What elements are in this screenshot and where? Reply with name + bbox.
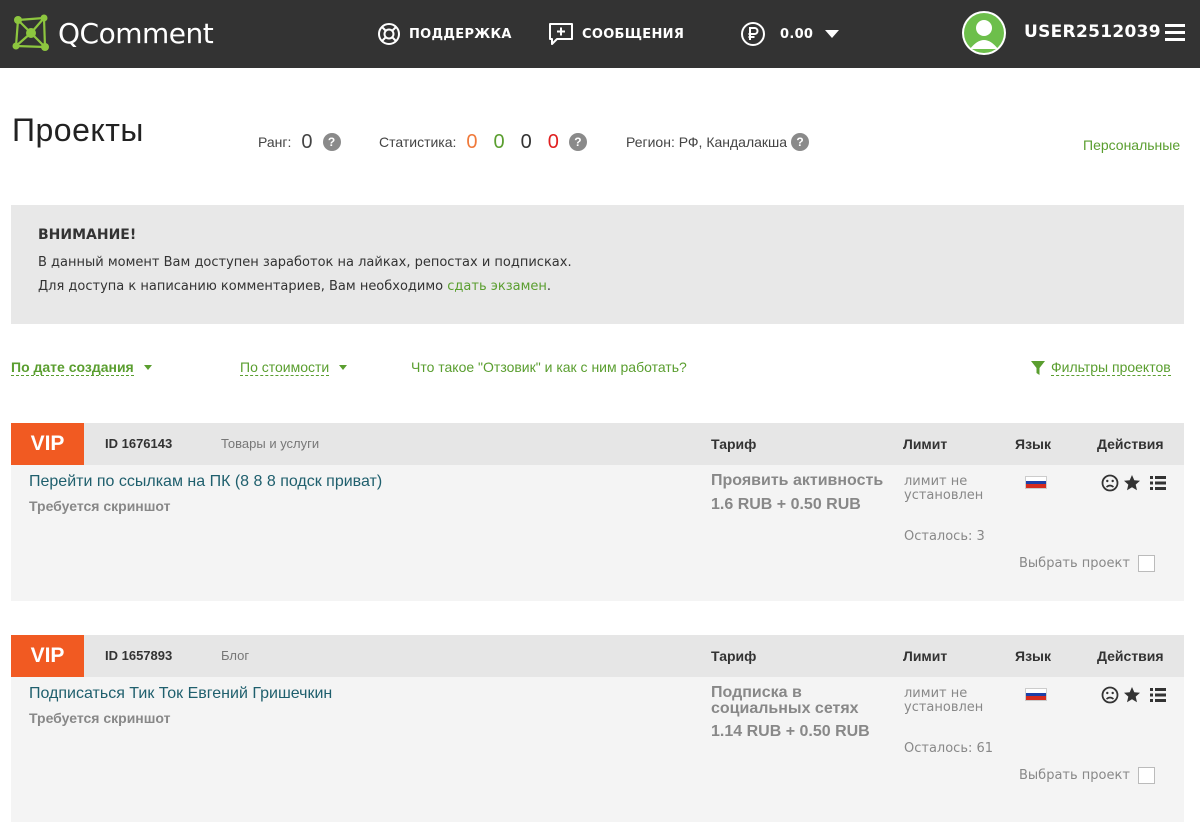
tariff-name: Подписка в социальных сетях bbox=[711, 684, 859, 717]
project-title-link[interactable]: Перейти по ссылкам на ПК (8 8 8 подск пр… bbox=[29, 473, 382, 491]
stat-value: 0 bbox=[520, 130, 532, 153]
sort-by-date-label: По дате создания bbox=[11, 359, 134, 376]
project-card-header: VIP ID 1657893 Блог Тариф Лимит Язык Дей… bbox=[11, 635, 1184, 677]
column-tariff: Тариф bbox=[711, 436, 757, 452]
chevron-down-icon bbox=[825, 30, 840, 38]
vip-badge: VIP bbox=[11, 635, 84, 677]
rank-value: 0 bbox=[301, 130, 313, 153]
notice-text: . bbox=[546, 279, 552, 294]
caret-down-icon bbox=[143, 365, 152, 370]
lifebuoy-icon bbox=[378, 23, 400, 45]
network-logo-icon bbox=[12, 14, 49, 51]
select-project-checkbox[interactable] bbox=[1137, 767, 1155, 784]
region-block: Регион: РФ, Кандалакша ? bbox=[626, 128, 810, 156]
russia-flag-icon bbox=[1025, 476, 1047, 489]
project-requirement: Требуется скриншот bbox=[29, 710, 171, 726]
stat-value: 0 bbox=[547, 130, 559, 153]
tariff-name: Проявить активность bbox=[711, 472, 884, 489]
stats-label: Статистика: bbox=[379, 134, 457, 150]
caret-down-icon bbox=[339, 365, 348, 370]
project-id: ID 1676143 bbox=[105, 436, 173, 451]
column-language: Язык bbox=[1015, 436, 1051, 452]
star-icon[interactable] bbox=[1121, 473, 1143, 493]
help-icon[interactable]: ? bbox=[568, 133, 587, 151]
ruble-icon bbox=[741, 22, 765, 46]
project-id: ID 1657893 bbox=[105, 648, 173, 663]
dislike-icon[interactable] bbox=[1099, 685, 1121, 705]
messages-link[interactable]: СООБЩЕНИЯ bbox=[548, 20, 684, 48]
project-requirement: Требуется скриншот bbox=[29, 498, 171, 514]
list-icon[interactable] bbox=[1147, 685, 1169, 705]
notice-line: Для доступа к написанию комментариев, Ва… bbox=[38, 275, 1184, 299]
project-title-link[interactable]: Подписаться Тик Ток Евгений Гришечкин bbox=[29, 685, 332, 703]
rank-label: Ранг: bbox=[258, 134, 292, 150]
vip-badge: VIP bbox=[11, 423, 84, 465]
page-title: Проекты bbox=[12, 112, 144, 148]
stat-value: 0 bbox=[493, 130, 505, 153]
sort-by-price[interactable]: По стоимости bbox=[240, 359, 348, 376]
project-card: VIP ID 1657893 Блог Тариф Лимит Язык Дей… bbox=[11, 635, 1184, 822]
project-card-header: VIP ID 1676143 Товары и услуги Тариф Лим… bbox=[11, 423, 1184, 465]
messages-label: СООБЩЕНИЯ bbox=[582, 26, 685, 42]
balance-value: 0.00 bbox=[780, 26, 814, 42]
project-category: Товары и услуги bbox=[221, 436, 320, 451]
column-actions: Действия bbox=[1097, 436, 1164, 452]
support-link[interactable]: ПОДДЕРЖКА bbox=[377, 20, 512, 48]
personal-link[interactable]: Персональные bbox=[1083, 137, 1180, 153]
column-tariff: Тариф bbox=[711, 648, 757, 664]
limit-text: лимит не установлен bbox=[904, 686, 984, 715]
filters-label: Фильтры проектов bbox=[1051, 359, 1171, 376]
star-icon[interactable] bbox=[1121, 685, 1143, 705]
support-label: ПОДДЕРЖКА bbox=[409, 26, 512, 42]
project-actions bbox=[1099, 473, 1169, 493]
tariff-price: 1.6 RUB + 0.50 RUB bbox=[711, 496, 861, 513]
tariff-price: 1.14 RUB + 0.50 RUB bbox=[711, 723, 870, 740]
message-add-icon bbox=[549, 23, 573, 45]
select-project-label: Выбрать проект bbox=[1019, 768, 1130, 783]
exam-link[interactable]: сдать экзамен bbox=[447, 279, 547, 294]
help-icon[interactable]: ? bbox=[791, 133, 810, 151]
menu-icon[interactable] bbox=[1165, 24, 1185, 42]
list-icon[interactable] bbox=[1147, 473, 1169, 493]
project-actions bbox=[1099, 685, 1169, 705]
avatar[interactable] bbox=[962, 11, 1006, 55]
notice-line: В данный момент Вам доступен заработок н… bbox=[38, 255, 572, 270]
remaining-count: Осталось: 3 bbox=[904, 529, 985, 544]
balance-dropdown[interactable]: 0.00 bbox=[740, 20, 840, 48]
stat-value: 0 bbox=[466, 130, 478, 153]
filters-link[interactable]: Фильтры проектов bbox=[1030, 359, 1171, 376]
column-limit: Лимит bbox=[903, 436, 948, 452]
logo-text: QComment bbox=[58, 16, 214, 50]
limit-text: лимит не установлен bbox=[904, 474, 984, 503]
user-avatar-icon bbox=[964, 13, 1004, 53]
remaining-count: Осталось: 61 bbox=[904, 741, 994, 756]
top-navbar: QComment ПОДДЕРЖКА СООБЩЕНИЯ 0.00 USER25… bbox=[0, 0, 1200, 68]
dislike-icon[interactable] bbox=[1099, 473, 1121, 493]
about-otzovik-link[interactable]: Что такое "Отзовик" и как с ним работать… bbox=[411, 359, 687, 375]
sort-by-price-label: По стоимости bbox=[240, 359, 330, 376]
notice-title: ВНИМАНИЕ! bbox=[38, 227, 137, 243]
column-actions: Действия bbox=[1097, 648, 1164, 664]
sort-by-date[interactable]: По дате создания bbox=[11, 359, 152, 376]
column-limit: Лимит bbox=[903, 648, 948, 664]
russia-flag-icon bbox=[1025, 688, 1047, 701]
notice-panel: ВНИМАНИЕ! В данный момент Вам доступен з… bbox=[11, 205, 1184, 324]
notice-text: Для доступа к написанию комментариев, Ва… bbox=[38, 279, 448, 294]
rank-block: Ранг: 0 ? bbox=[258, 128, 341, 156]
username[interactable]: USER2512039 bbox=[1024, 22, 1161, 42]
select-project-checkbox[interactable] bbox=[1137, 555, 1155, 572]
project-card: VIP ID 1676143 Товары и услуги Тариф Лим… bbox=[11, 423, 1184, 601]
select-project[interactable]: Выбрать проект bbox=[1019, 767, 1155, 784]
help-icon[interactable]: ? bbox=[322, 133, 341, 151]
region-label: Регион: РФ, Кандалакша bbox=[626, 134, 788, 150]
filter-icon bbox=[1031, 360, 1045, 375]
project-category: Блог bbox=[221, 648, 250, 663]
select-project-label: Выбрать проект bbox=[1019, 556, 1130, 571]
select-project[interactable]: Выбрать проект bbox=[1019, 555, 1155, 572]
logo[interactable]: QComment bbox=[10, 10, 214, 56]
column-language: Язык bbox=[1015, 648, 1051, 664]
stats-block: Статистика: 0 0 0 0 ? bbox=[379, 128, 587, 156]
